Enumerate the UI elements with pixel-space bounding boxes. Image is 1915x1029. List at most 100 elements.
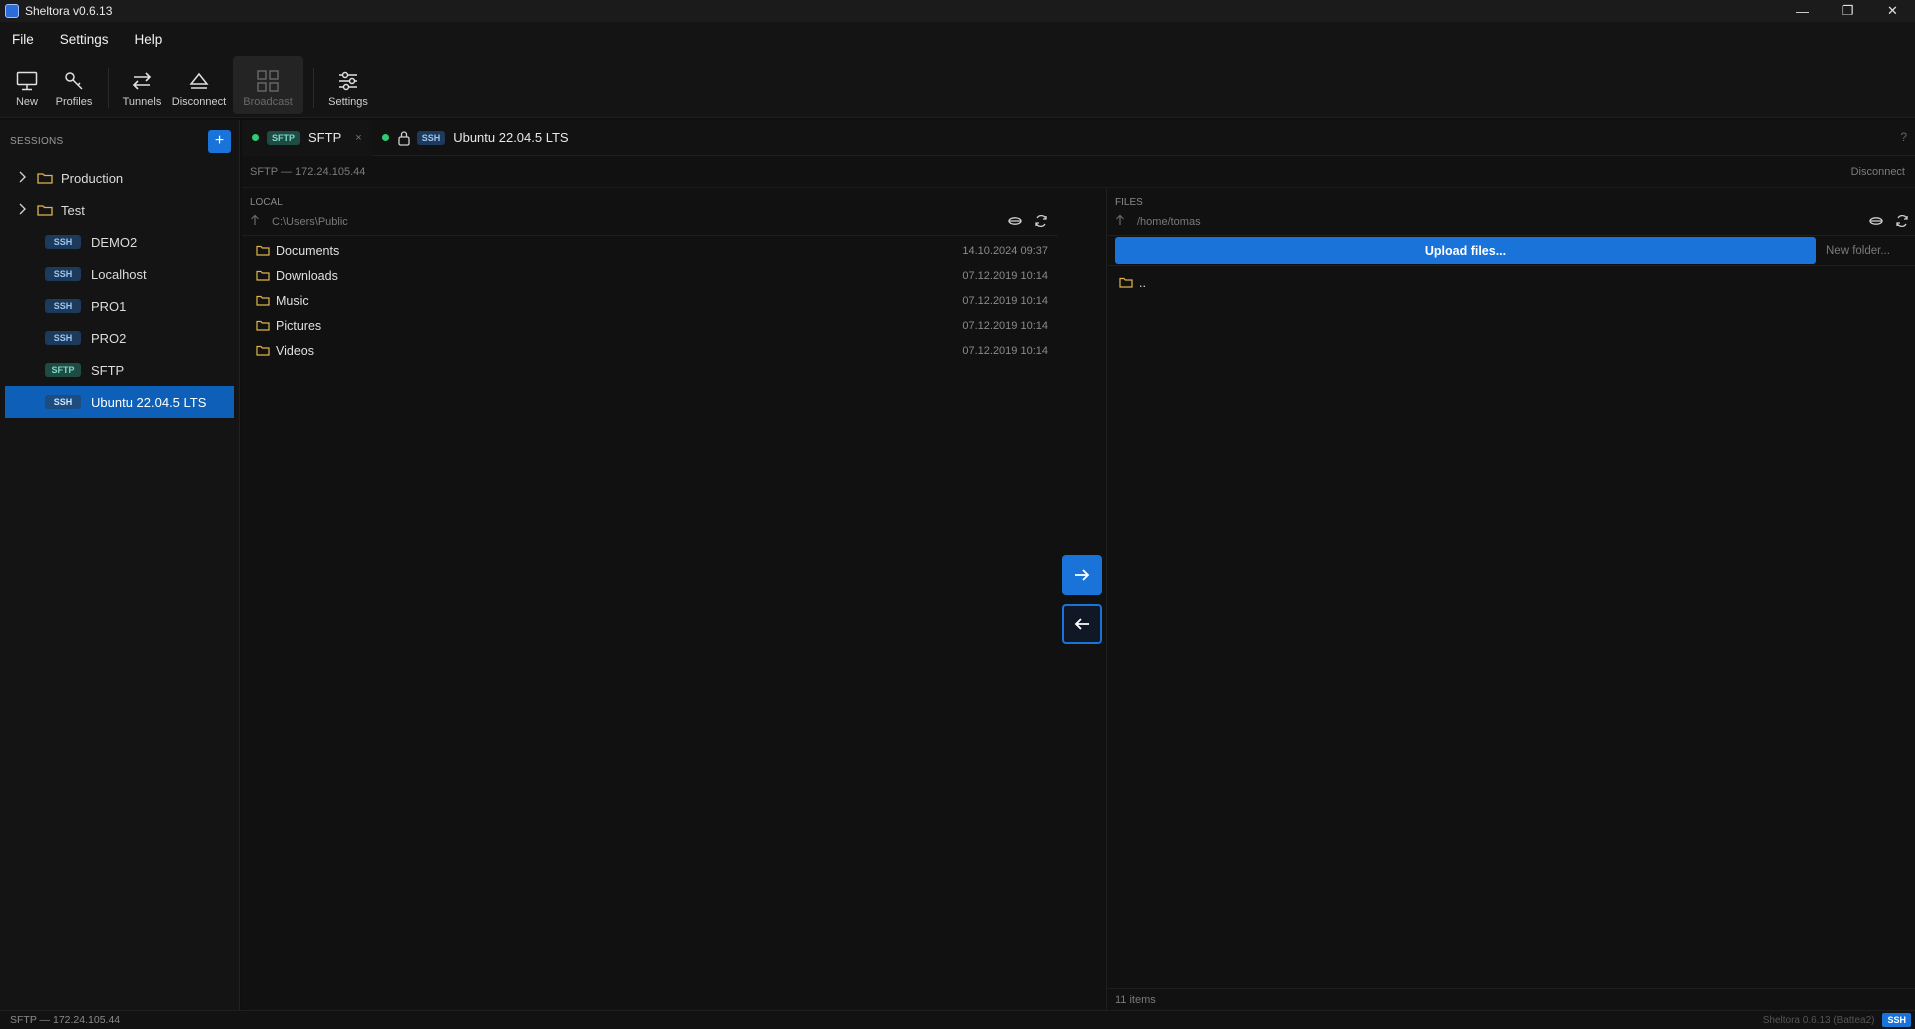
folder-icon (256, 295, 270, 306)
chevron-right-icon[interactable] (17, 171, 31, 186)
disconnect-button[interactable]: Disconnect (169, 56, 229, 114)
folder-icon (1119, 277, 1133, 288)
remote-path[interactable]: /home/tomas (1137, 216, 1201, 228)
session-folder-production[interactable]: Production (5, 162, 234, 194)
tab-label: Ubuntu 22.04.5 LTS (453, 130, 569, 145)
session-label: PRO1 (91, 298, 127, 314)
new-folder-button[interactable]: New folder... (1826, 245, 1890, 257)
key-icon (61, 68, 87, 94)
folder-label: Production (61, 170, 124, 186)
close-tab-icon[interactable]: × (355, 132, 361, 144)
folder-label: Test (61, 202, 85, 218)
toolbar-divider (313, 68, 314, 108)
window-title: Sheltora v0.6.13 (25, 4, 113, 18)
local-path[interactable]: C:\Users\Public (272, 216, 348, 228)
file-row[interactable]: Music 07.12.2019 10:14 (242, 288, 1058, 313)
profiles-button[interactable]: Profiles (50, 56, 98, 114)
file-row[interactable]: Documents 14.10.2024 09:37 (242, 238, 1058, 263)
protocol-badge: SSH (45, 299, 81, 313)
protocol-badge: SSH (45, 331, 81, 345)
sessions-title: SESSIONS (10, 135, 64, 147)
protocol-badge: SFTP (267, 130, 301, 145)
session-item-pro2[interactable]: SSH PRO2 (5, 322, 234, 354)
status-bar: SFTP — 172.24.105.44 Sheltora 0.6.13 (Ba… (0, 1010, 1915, 1029)
session-item-sftp[interactable]: SFTP SFTP (5, 354, 234, 386)
remote-actions (1869, 214, 1909, 231)
minimize-button[interactable]: — (1780, 0, 1825, 22)
file-name: Downloads (276, 268, 338, 283)
folder-icon (256, 270, 270, 281)
session-item-pro1[interactable]: SSH PRO1 (5, 290, 234, 322)
chevron-right-icon[interactable] (17, 203, 31, 218)
local-path-bar: C:\Users\Public (242, 208, 1058, 236)
protocol-badge: SSH (45, 267, 81, 281)
restore-button[interactable]: ❐ (1825, 0, 1870, 22)
file-date: 07.12.2019 10:14 (962, 344, 1048, 357)
session-label: SFTP (91, 362, 125, 378)
settings-button[interactable]: Settings (324, 56, 372, 114)
session-folder-test[interactable]: Test (5, 194, 234, 226)
file-date: 07.12.2019 10:14 (962, 319, 1048, 332)
close-window-button[interactable]: ✕ (1870, 0, 1915, 22)
arrow-up-icon[interactable] (1115, 214, 1137, 229)
broadcast-label: Broadcast (243, 96, 293, 108)
profiles-label: Profiles (55, 96, 93, 108)
local-pane: LOCAL C:\Users\Public Documents 14.10.20… (242, 188, 1058, 1010)
menu-settings[interactable]: Settings (60, 32, 109, 47)
title-bar: Sheltora v0.6.13 — ❐ ✕ (0, 0, 1915, 22)
session-label: DEMO2 (91, 234, 138, 250)
tunnels-button[interactable]: Tunnels (119, 56, 165, 114)
folder-icon (256, 320, 270, 331)
file-name: Music (276, 293, 309, 308)
session-item-localhost[interactable]: SSH Localhost (5, 258, 234, 290)
file-row[interactable]: .. (1107, 270, 1915, 295)
tunnels-label: Tunnels (122, 96, 162, 108)
file-row[interactable]: Videos 07.12.2019 10:14 (242, 338, 1058, 363)
main-panel: SFTP SFTP × SSH Ubuntu 22.04.5 LTS ? SFT… (242, 119, 1915, 1010)
download-to-local-button[interactable] (1062, 604, 1102, 644)
app-version: Sheltora 0.6.13 (Battea2) (1762, 1014, 1875, 1026)
toggle-hidden-icon[interactable] (1869, 214, 1883, 231)
file-date: 14.10.2024 09:37 (962, 244, 1048, 257)
disconnect-link[interactable]: Disconnect (1851, 166, 1905, 178)
session-label: PRO2 (91, 330, 127, 346)
protocol-badge: SSH (1882, 1013, 1911, 1027)
broadcast-button[interactable]: Broadcast (233, 56, 303, 114)
refresh-icon[interactable] (1895, 214, 1909, 231)
tab-sftp[interactable]: SFTP SFTP × (242, 119, 372, 156)
upload-files-button[interactable]: Upload files... (1115, 237, 1816, 264)
protocol-badge: SFTP (45, 363, 81, 377)
add-session-button[interactable]: + (208, 129, 231, 153)
file-name: .. (1139, 275, 1146, 290)
sliders-icon (335, 68, 361, 94)
connected-status-dot (252, 134, 259, 141)
file-row[interactable]: Pictures 07.12.2019 10:14 (242, 313, 1058, 338)
toolbar: New Profiles Tunnels Disconnect Broadcas… (0, 56, 1915, 118)
menu-file[interactable]: File (12, 32, 34, 47)
help-icon[interactable]: ? (1900, 130, 1907, 144)
file-name: Documents (276, 243, 340, 258)
menu-help[interactable]: Help (135, 32, 163, 47)
protocol-badge: SSH (45, 235, 81, 249)
session-item-ubuntu[interactable]: SSH Ubuntu 22.04.5 LTS (5, 386, 234, 418)
toggle-hidden-icon[interactable] (1008, 214, 1022, 231)
file-row[interactable]: Downloads 07.12.2019 10:14 (242, 263, 1058, 288)
tab-ubuntu[interactable]: SSH Ubuntu 22.04.5 LTS (372, 120, 579, 156)
folder-icon (37, 172, 53, 184)
menu-bar: File Settings Help (0, 22, 1915, 56)
file-date: 07.12.2019 10:14 (962, 269, 1048, 282)
upload-to-remote-button[interactable] (1062, 555, 1102, 595)
session-item-demo2[interactable]: SSH DEMO2 (5, 226, 234, 258)
file-date: 07.12.2019 10:14 (962, 294, 1048, 307)
tab-label: SFTP (308, 130, 342, 145)
refresh-icon[interactable] (1034, 214, 1048, 231)
window-controls: — ❐ ✕ (1780, 0, 1915, 22)
app-logo-icon (5, 4, 19, 18)
local-actions (1008, 214, 1048, 231)
toolbar-divider (108, 68, 109, 108)
arrow-up-icon[interactable] (250, 214, 272, 229)
file-name: Videos (276, 343, 314, 358)
remote-item-count: 11 items (1107, 988, 1915, 1010)
new-button[interactable]: New (8, 56, 46, 114)
remote-pane-title: FILES (1115, 197, 1143, 208)
